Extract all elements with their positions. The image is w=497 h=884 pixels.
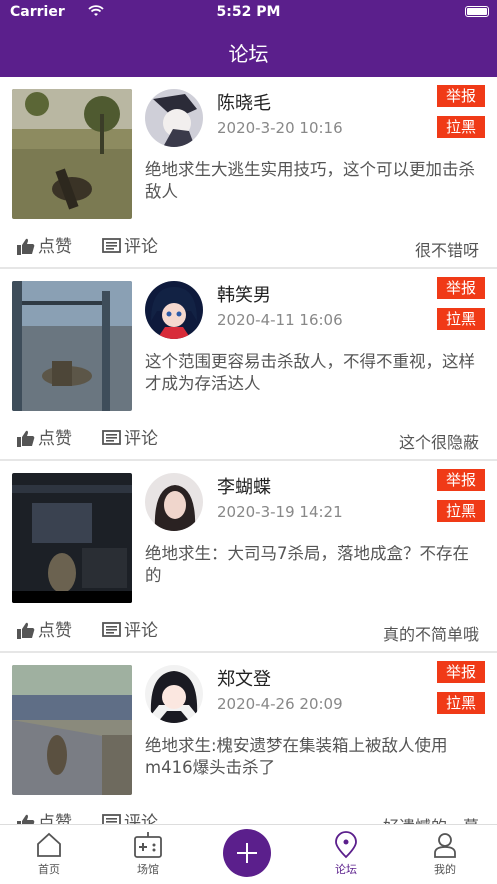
post-content: 绝地求生:槐安遗梦在集装箱上被敌人使用m416爆头击杀了 — [145, 736, 448, 777]
tab-home[interactable]: 首页 — [9, 825, 89, 877]
report-button[interactable]: 举报 — [437, 277, 485, 299]
post-card[interactable]: 陈晓毛 2020-3-20 10:16 举报 拉黑 绝地求生大逃生实用技巧，这个… — [0, 77, 497, 269]
post-date: 2020-3-20 10:16 — [217, 119, 343, 137]
post-content: 绝地求生：大司马7杀局，落地成盒？不存在的 — [145, 544, 469, 585]
post-card[interactable]: 韩笑男 2020-4-11 16:06 举报 拉黑 这个范围更容易击杀敌人，不得… — [0, 269, 497, 461]
thumbs-up-icon — [17, 238, 35, 255]
clock: 5:52 PM — [216, 4, 281, 20]
status-bar: Carrier 5:52 PM — [0, 0, 497, 24]
person-icon — [434, 833, 456, 858]
report-button[interactable]: 举报 — [437, 661, 485, 683]
tab-bar: 首页 场馆 论坛 我的 — [0, 824, 497, 884]
home-icon — [37, 832, 61, 857]
report-button[interactable]: 举报 — [437, 85, 485, 107]
block-button[interactable]: 拉黑 — [437, 692, 485, 714]
author-name: 韩笑男 — [217, 285, 271, 306]
report-button[interactable]: 举报 — [437, 469, 485, 491]
tab-profile[interactable]: 我的 — [405, 825, 485, 877]
avatar[interactable] — [145, 89, 203, 147]
nav-bar: 论坛 — [0, 24, 497, 77]
post-content: 绝地求生大逃生实用技巧，这个可以更加击杀敌人 — [145, 160, 475, 201]
block-button[interactable]: 拉黑 — [437, 116, 485, 138]
location-pin-icon — [335, 831, 357, 859]
post-date: 2020-4-11 16:06 — [217, 311, 343, 329]
comment-button[interactable]: 评论 — [102, 616, 158, 641]
avatar[interactable] — [145, 665, 203, 723]
post-content: 这个范围更容易击杀敌人，不得不重视，这样才成为存活达人 — [145, 352, 475, 393]
author-name: 李蝴蝶 — [217, 477, 271, 498]
thumbs-up-icon — [17, 430, 35, 447]
post-thumbnail[interactable] — [12, 473, 132, 603]
like-button[interactable]: 点赞 — [17, 808, 72, 824]
post-thumbnail[interactable] — [12, 89, 132, 219]
comment-button[interactable]: 评论 — [102, 424, 158, 449]
add-post-button[interactable] — [223, 829, 271, 877]
tab-forum[interactable]: 论坛 — [306, 825, 386, 877]
thumbs-up-icon — [17, 814, 35, 824]
post-remark: 这个很隐蔽 — [398, 433, 479, 452]
like-button[interactable]: 点赞 — [17, 232, 72, 257]
post-date: 2020-4-26 20:09 — [217, 695, 343, 713]
like-button[interactable]: 点赞 — [17, 424, 72, 449]
block-button[interactable]: 拉黑 — [437, 308, 485, 330]
author-name: 郑文登 — [217, 669, 271, 690]
comment-icon — [102, 814, 121, 824]
gamepad-icon — [134, 832, 162, 858]
post-feed[interactable]: 陈晓毛 2020-3-20 10:16 举报 拉黑 绝地求生大逃生实用技巧，这个… — [0, 77, 497, 824]
block-button[interactable]: 拉黑 — [437, 500, 485, 522]
post-remark: 很不错呀 — [414, 241, 479, 260]
post-card[interactable]: 李蝴蝶 2020-3-19 14:21 举报 拉黑 绝地求生：大司马7杀局，落地… — [0, 461, 497, 653]
post-thumbnail[interactable] — [12, 665, 132, 795]
post-remark: 好遗憾的一幕 — [383, 813, 479, 824]
comment-icon — [102, 238, 121, 253]
post-date: 2020-3-19 14:21 — [217, 503, 343, 521]
thumbs-up-icon — [17, 622, 35, 639]
post-remark: 真的不简单哦 — [382, 625, 479, 644]
page-title: 论坛 — [228, 42, 269, 66]
battery-icon — [465, 6, 489, 17]
comment-button[interactable]: 评论 — [102, 808, 158, 824]
author-name: 陈晓毛 — [217, 93, 271, 114]
comment-icon — [102, 430, 121, 445]
avatar[interactable] — [145, 473, 203, 531]
tab-venue[interactable]: 场馆 — [108, 825, 188, 877]
comment-button[interactable]: 评论 — [102, 232, 158, 257]
like-button[interactable]: 点赞 — [17, 616, 72, 641]
avatar[interactable] — [145, 281, 203, 339]
post-card[interactable]: 郑文登 2020-4-26 20:09 举报 拉黑 绝地求生:槐安遗梦在集装箱上… — [0, 653, 497, 824]
comment-icon — [102, 622, 121, 637]
post-thumbnail[interactable] — [12, 281, 132, 411]
